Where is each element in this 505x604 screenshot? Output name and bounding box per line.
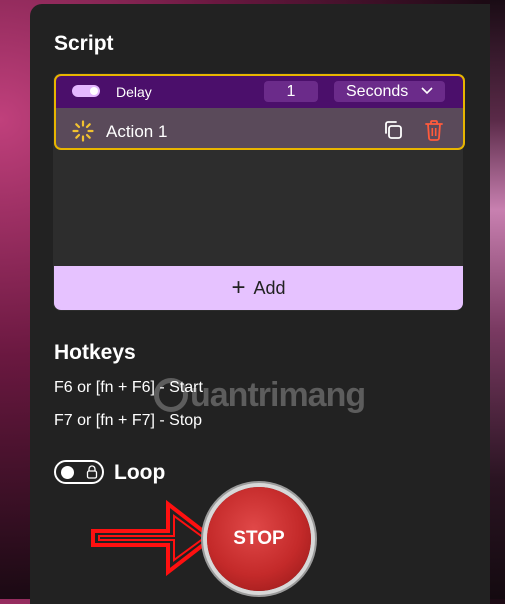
- watermark-text: uantrimang: [190, 375, 366, 414]
- stop-button[interactable]: STOP: [207, 487, 311, 591]
- action-label: Action 1: [106, 122, 168, 141]
- plus-icon: +: [231, 274, 246, 301]
- delay-unit-label: Seconds: [346, 83, 409, 100]
- add-button[interactable]: + Add: [54, 266, 463, 310]
- spinner-icon: [72, 120, 94, 142]
- delay-label: Delay: [116, 84, 152, 100]
- toggle-knob: [61, 466, 74, 479]
- loop-toggle[interactable]: [54, 460, 104, 484]
- delay-toggle[interactable]: [72, 85, 100, 97]
- script-title: Script: [54, 32, 114, 55]
- loop-label: Loop: [114, 461, 166, 484]
- add-button-label: Add: [253, 277, 286, 298]
- delay-value-input[interactable]: 1: [264, 81, 318, 102]
- background-decoration: [490, 0, 505, 599]
- hotkey-stop: F7 or [fn + F7] - Stop: [54, 412, 203, 429]
- delay-unit-select[interactable]: Seconds: [334, 81, 445, 102]
- copy-icon[interactable]: [383, 120, 403, 140]
- delete-icon[interactable]: [424, 119, 444, 141]
- lock-icon: [86, 465, 98, 479]
- hotkeys-title: Hotkeys: [54, 341, 136, 364]
- hotkey-start: F6 or [fn + F6] - Start: [54, 379, 203, 396]
- chevron-down-icon: [421, 81, 433, 102]
